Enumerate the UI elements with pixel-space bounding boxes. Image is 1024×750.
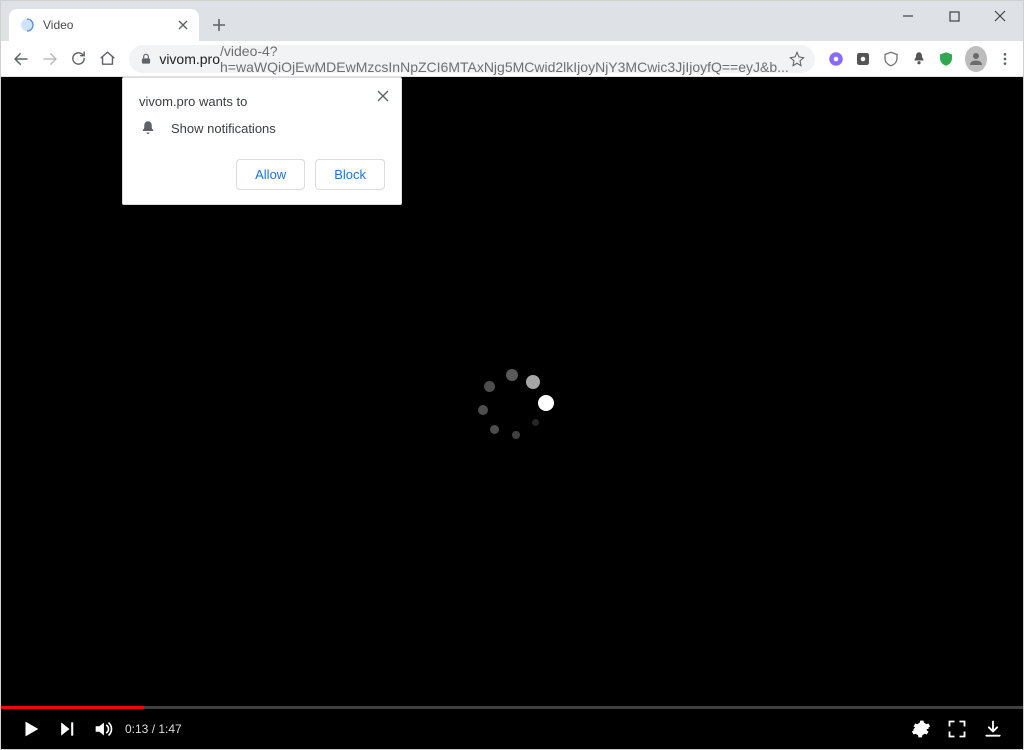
chrome-menu-button[interactable] xyxy=(993,45,1017,73)
tab-title: Video xyxy=(43,18,175,32)
tab-strip: Video xyxy=(1,1,233,41)
fullscreen-button[interactable] xyxy=(939,711,975,747)
browser-toolbar: vivom.pro/video-4?h=waWQiOjEwMDEwMzcsInN… xyxy=(1,41,1023,77)
loading-spinner-icon xyxy=(472,369,552,449)
new-tab-button[interactable] xyxy=(205,11,233,39)
tab-favicon-icon xyxy=(19,17,35,33)
tab-close-button[interactable] xyxy=(175,17,191,33)
extension-icon-2[interactable] xyxy=(852,45,876,73)
download-button[interactable] xyxy=(975,711,1011,747)
window-close-button[interactable] xyxy=(977,1,1023,31)
nav-forward-button[interactable] xyxy=(36,44,63,74)
url-path: /video-4?h=waWQiOjEwMDEwMzcsInNpZCI6MTAx… xyxy=(220,43,789,75)
next-button[interactable] xyxy=(49,711,85,747)
window-maximize-button[interactable] xyxy=(931,1,977,31)
extension-icon-3[interactable] xyxy=(879,45,903,73)
extension-icon-1[interactable] xyxy=(824,45,848,73)
url-domain: vivom.pro xyxy=(159,51,220,67)
extension-icon-5[interactable] xyxy=(935,45,959,73)
page-content: vivom.pro wants to Show notifications Al… xyxy=(1,77,1023,749)
play-button[interactable] xyxy=(13,711,49,747)
lock-icon xyxy=(139,52,153,66)
browser-window: Video vivom.pro/video-4?h=waWQiOjEwMDEwM… xyxy=(0,0,1024,750)
titlebar: Video xyxy=(1,1,1023,41)
nav-home-button[interactable] xyxy=(94,44,121,74)
window-controls xyxy=(885,1,1023,41)
prompt-allow-button[interactable]: Allow xyxy=(236,159,305,190)
prompt-close-button[interactable] xyxy=(371,84,395,108)
window-minimize-button[interactable] xyxy=(885,1,931,31)
prompt-actions: Allow Block xyxy=(139,159,385,190)
prompt-block-button[interactable]: Block xyxy=(315,159,385,190)
video-current-time: 0:13 xyxy=(125,722,148,736)
profile-avatar-button[interactable] xyxy=(965,46,987,72)
volume-button[interactable] xyxy=(85,711,121,747)
notification-permission-prompt: vivom.pro wants to Show notifications Al… xyxy=(122,77,402,205)
video-controls: 0:13 / 1:47 xyxy=(1,709,1023,749)
bookmark-star-button[interactable] xyxy=(789,51,805,67)
extension-icon-4[interactable] xyxy=(907,45,931,73)
video-time-display: 0:13 / 1:47 xyxy=(125,722,182,736)
video-duration: 1:47 xyxy=(158,722,181,736)
address-bar[interactable]: vivom.pro/video-4?h=waWQiOjEwMDEwMzcsInN… xyxy=(129,45,815,73)
bell-icon xyxy=(139,119,157,137)
prompt-title: vivom.pro wants to xyxy=(139,94,385,109)
prompt-permission-label: Show notifications xyxy=(171,121,276,136)
nav-back-button[interactable] xyxy=(7,44,34,74)
nav-reload-button[interactable] xyxy=(65,44,92,74)
prompt-permission-row: Show notifications xyxy=(139,119,385,137)
settings-button[interactable] xyxy=(903,711,939,747)
active-tab[interactable]: Video xyxy=(9,9,199,41)
